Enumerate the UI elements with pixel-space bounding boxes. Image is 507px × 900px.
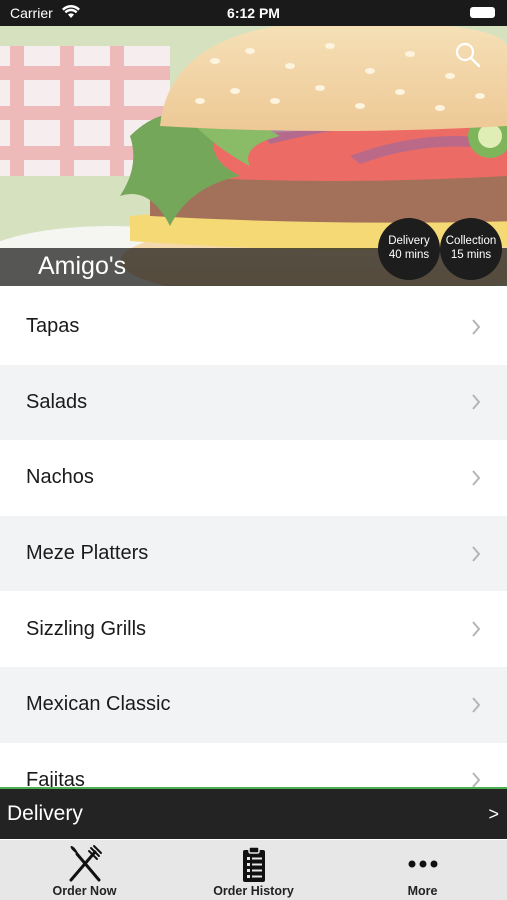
- menu-category-label: Meze Platters: [26, 542, 149, 565]
- menu-category-fajitas[interactable]: Fajitas: [0, 742, 507, 787]
- tab-label: Order Now: [52, 884, 117, 898]
- delivery-time-badge: Delivery 40 mins: [378, 218, 440, 280]
- fork-knife-icon: [65, 844, 105, 889]
- menu-category-salads[interactable]: Salads: [0, 364, 507, 441]
- chevron-right-icon: [472, 394, 481, 411]
- ellipsis-icon: [403, 844, 443, 889]
- order-mode-label: Delivery: [7, 802, 83, 825]
- tab-label: More: [407, 884, 438, 898]
- chevron-right-icon: [472, 319, 481, 335]
- tab-more[interactable]: More: [338, 840, 507, 900]
- chevron-right-icon: [472, 470, 481, 486]
- status-time: 6:12 PM: [227, 5, 280, 21]
- chevron-right-icon: [472, 697, 481, 713]
- menu-category-mexican-classic[interactable]: Mexican Classic: [0, 666, 507, 743]
- collection-badge-label: Collection: [445, 235, 497, 247]
- delivery-badge-time: 40 mins: [388, 249, 430, 261]
- menu-category-tapas[interactable]: Tapas: [0, 289, 507, 365]
- restaurant-hero: Amigo's Delivery 40 mins Collection 15 m…: [0, 26, 507, 286]
- menu-category-nachos[interactable]: Nachos: [0, 440, 507, 516]
- menu-category-label: Sizzling Grills: [26, 617, 147, 640]
- chevron-right-icon: [472, 621, 481, 637]
- order-mode-bar[interactable]: Delivery >: [0, 787, 507, 839]
- clipboard-list-icon: [234, 844, 274, 889]
- chevron-right-icon: [472, 772, 481, 787]
- delivery-badge-label: Delivery: [388, 235, 430, 247]
- menu-category-label: Nachos: [26, 466, 94, 489]
- battery-icon: [470, 7, 495, 18]
- search-icon[interactable]: [453, 40, 483, 70]
- menu-category-label: Fajitas: [26, 768, 85, 787]
- tab-label: Order History: [213, 884, 294, 898]
- menu-category-label: Mexican Classic: [26, 693, 171, 716]
- menu-category-meze-platters[interactable]: Meze Platters: [0, 515, 507, 592]
- collection-time-badge: Collection 15 mins: [440, 218, 502, 280]
- restaurant-name: Amigo's: [38, 252, 127, 280]
- tab-order-now[interactable]: Order Now: [0, 840, 169, 900]
- menu-category-list[interactable]: Tapas Salads Nachos Meze Platters Sizzli…: [0, 289, 507, 787]
- tab-order-history[interactable]: Order History: [169, 840, 338, 900]
- collection-badge-time: 15 mins: [450, 249, 492, 261]
- status-bar: Carrier 6:12 PM: [0, 0, 507, 26]
- menu-category-label: Tapas: [26, 315, 80, 338]
- order-mode-arrow: >: [488, 804, 499, 824]
- bottom-tab-bar: Order Now Order History More: [0, 840, 507, 900]
- menu-category-sizzling-grills[interactable]: Sizzling Grills: [0, 591, 507, 667]
- chevron-right-icon: [472, 545, 481, 562]
- menu-category-label: Salads: [26, 390, 88, 413]
